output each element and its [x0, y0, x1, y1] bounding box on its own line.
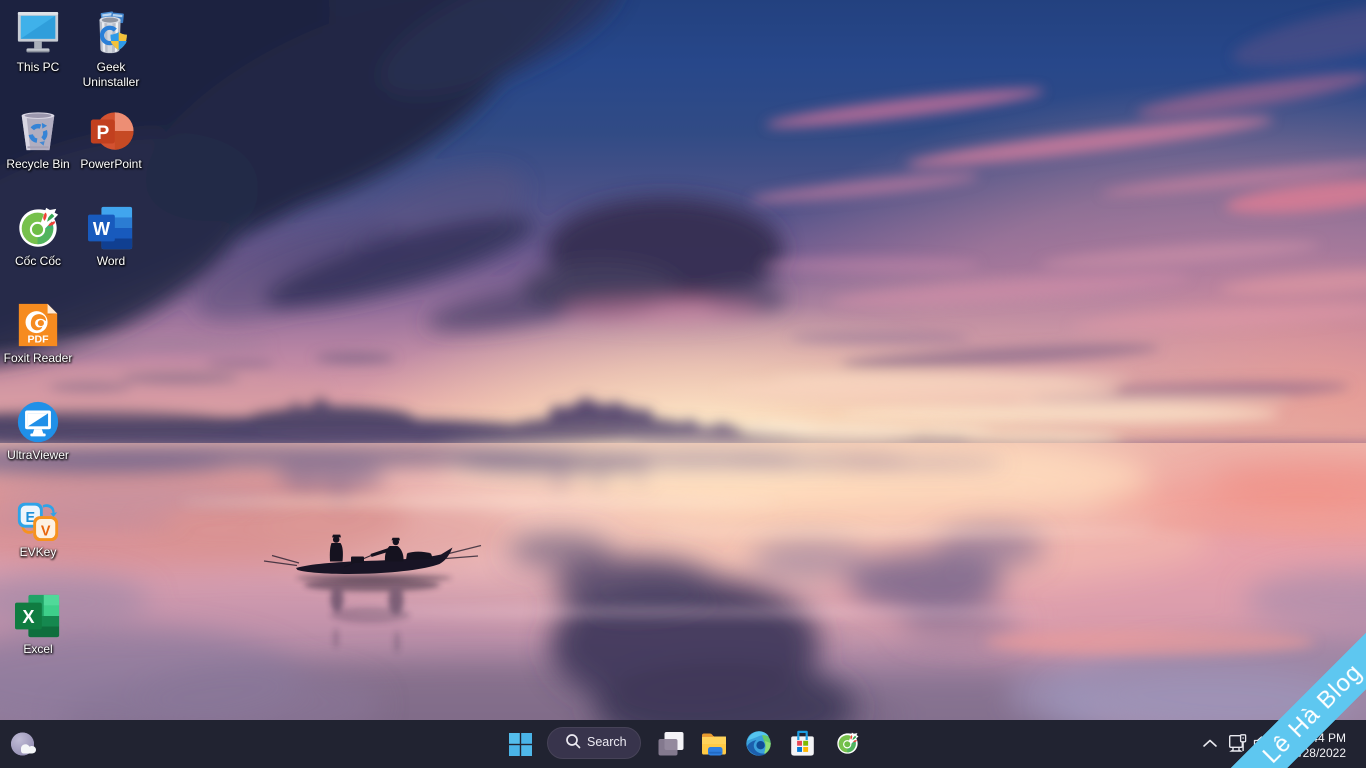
- svg-text:W: W: [93, 219, 111, 239]
- svg-text:V: V: [41, 523, 51, 539]
- svg-text:PDF: PDF: [27, 333, 49, 345]
- svg-text:X: X: [22, 607, 34, 627]
- svg-text:P: P: [96, 123, 109, 144]
